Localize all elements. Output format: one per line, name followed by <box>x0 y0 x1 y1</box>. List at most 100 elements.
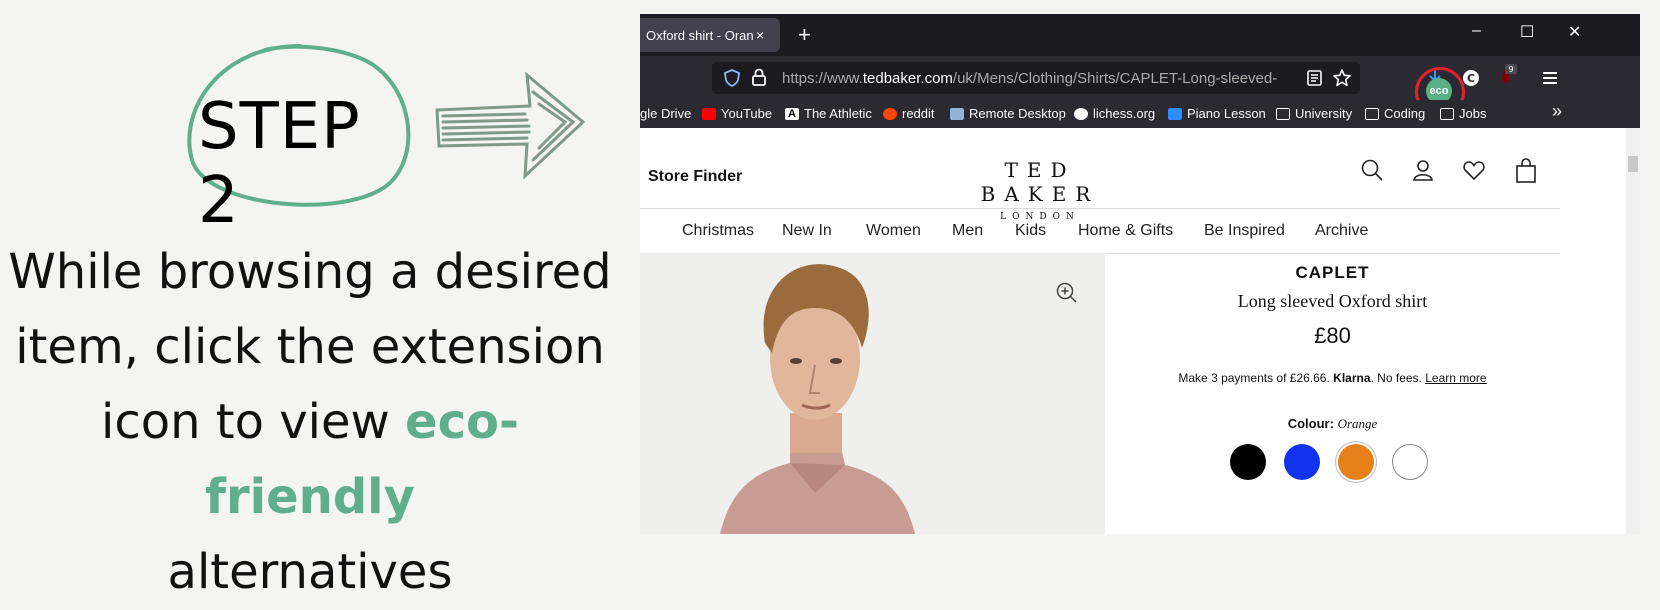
klarna-message: Make 3 payments of £26.66. Klarna. No fe… <box>1105 371 1560 385</box>
store-finder-link[interactable]: Store Finder <box>648 168 742 186</box>
zoom-icon <box>1168 107 1182 120</box>
tracking-shield-icon[interactable] <box>722 68 742 88</box>
bookmark-label: lichess.org <box>1093 106 1156 121</box>
tab-active[interactable]: Oxford shirt - Orange × <box>640 18 780 52</box>
url-path: /uk/Mens/Clothing/Shirts/CAPLET-Long-sle… <box>952 70 1278 87</box>
nav-women[interactable]: Women <box>866 222 921 240</box>
extension-badge-count: 9 <box>1508 65 1513 74</box>
folder-icon <box>1440 107 1454 120</box>
arrow-icon <box>435 71 585 180</box>
scrollbar-thumb[interactable] <box>1628 156 1638 172</box>
klarna-learn-more-link[interactable]: Learn more <box>1425 371 1486 385</box>
tab-title: Oxford shirt - Orange <box>646 27 754 43</box>
nav-christmas[interactable]: Christmas <box>682 222 754 240</box>
swatch-black[interactable] <box>1230 444 1266 480</box>
menu-icon[interactable] <box>1540 68 1560 88</box>
main-navigation: Christmas New In Women Men Kids Home & G… <box>640 208 1560 254</box>
klarna-text-fees: . No fees. <box>1370 371 1426 385</box>
nav-home-gifts[interactable]: Home & Gifts <box>1078 222 1173 240</box>
bookmark-label: YouTube <box>721 106 773 121</box>
klarna-text: Make 3 payments of £26.66. <box>1178 371 1334 385</box>
logo-line-1: TED BAKER <box>980 158 1100 206</box>
url-text: https://www.tedbaker.com/uk/Mens/Clothin… <box>782 70 1282 87</box>
nav-new-in[interactable]: New In <box>782 222 832 240</box>
bookmark-university[interactable]: University <box>1276 106 1352 121</box>
remote-desktop-icon <box>950 107 964 120</box>
product-price: £80 <box>1314 323 1351 348</box>
close-window-button[interactable]: ✕ <box>1568 22 1581 42</box>
instruction-line-2: item, click the extension <box>15 319 605 375</box>
instruction-text: While browsing a desired item, click the… <box>0 235 620 610</box>
bookmark-label: Coding <box>1384 106 1426 121</box>
folder-icon <box>1276 107 1290 120</box>
product-description: Long sleeved Oxford shirt <box>1237 291 1428 311</box>
minimize-button[interactable]: – <box>1472 22 1481 40</box>
instruction-line-3-text: icon to view <box>101 394 406 450</box>
step-title: STEP 2 <box>198 90 361 238</box>
maximize-button[interactable]: ☐ <box>1520 22 1534 42</box>
ublock-icon[interactable]: 9 <box>1494 64 1518 88</box>
swatch-blue[interactable] <box>1284 444 1320 480</box>
instruction-line-4: alternatives <box>167 544 453 600</box>
navigation-toolbar: https://www.tedbaker.com/uk/Mens/Clothin… <box>640 56 1640 100</box>
bookmark-star-icon[interactable] <box>1332 68 1352 88</box>
bookmark-remote-desktop[interactable]: Remote Desktop <box>950 106 1066 121</box>
browser-window: Oxford shirt - Orange × + – ☐ ✕ https://… <box>640 14 1640 534</box>
step-badge: STEP 2 <box>180 40 420 238</box>
zoom-in-icon[interactable] <box>1055 281 1079 305</box>
bookmark-label: Jobs <box>1459 106 1487 121</box>
bookmarks-toolbar: gle Drive YouTube A The Athletic reddit R… <box>640 100 1640 128</box>
nav-men[interactable]: Men <box>952 222 983 240</box>
web-page: Store Finder TED BAKER LONDON Christmas … <box>640 128 1640 534</box>
colour-value: Orange <box>1337 416 1378 431</box>
nav-be-inspired[interactable]: Be Inspired <box>1204 222 1285 240</box>
url-domain: tedbaker.com <box>862 70 953 87</box>
bookmark-coding[interactable]: Coding <box>1365 106 1425 121</box>
wishlist-heart-icon[interactable] <box>1462 158 1486 182</box>
new-tab-button[interactable]: + <box>798 22 811 48</box>
svg-text:C: C <box>1467 72 1475 85</box>
bookmark-reddit[interactable]: reddit <box>883 106 935 121</box>
athletic-icon: A <box>785 107 799 120</box>
instruction-line-1: While browsing a desired <box>8 244 612 300</box>
bookmark-youtube[interactable]: YouTube <box>702 106 772 121</box>
product-image[interactable] <box>640 253 1105 534</box>
url-bar[interactable]: https://www.tedbaker.com/uk/Mens/Clothin… <box>712 62 1360 94</box>
bookmark-piano-lesson[interactable]: Piano Lesson <box>1168 106 1266 121</box>
instruction-line-3: icon to view eco-friendly <box>0 385 620 535</box>
scrollbar[interactable] <box>1626 128 1640 534</box>
reader-view-icon[interactable] <box>1306 69 1324 87</box>
bookmark-label: University <box>1295 106 1353 121</box>
bookmark-label: Piano Lesson <box>1187 106 1266 121</box>
bookmark-label: The Athletic <box>804 106 872 121</box>
account-icon[interactable] <box>1411 158 1435 182</box>
colour-label: Colour: <box>1287 416 1334 431</box>
nav-kids[interactable]: Kids <box>1015 222 1046 240</box>
bookmark-lichess[interactable]: lichess.org <box>1074 106 1155 121</box>
tab-close-icon[interactable]: × <box>756 27 764 43</box>
nav-archive[interactable]: Archive <box>1315 222 1368 240</box>
url-prefix: https://www. <box>782 70 863 87</box>
lock-icon[interactable] <box>750 67 768 87</box>
shopping-bag-icon[interactable] <box>1514 158 1538 184</box>
product-details: CAPLET Long sleeved Oxford shirt £80 Mak… <box>1105 253 1560 534</box>
bookmark-label: reddit <box>902 106 935 121</box>
bookmark-jobs[interactable]: Jobs <box>1440 106 1486 121</box>
product-name: CAPLET <box>1295 263 1370 282</box>
lichess-icon <box>1074 107 1088 120</box>
youtube-icon <box>702 107 716 120</box>
bookmark-athletic[interactable]: A The Athletic <box>785 106 872 121</box>
folder-icon <box>1365 107 1379 120</box>
bookmark-label: gle Drive <box>640 106 692 121</box>
bookmarks-overflow-button[interactable]: » <box>1552 101 1562 122</box>
swatch-orange-selected[interactable] <box>1338 444 1374 480</box>
colour-row: Colour: Orange <box>1105 416 1560 432</box>
model-photo <box>640 253 1105 534</box>
search-icon[interactable] <box>1360 158 1384 182</box>
reddit-icon <box>883 107 897 120</box>
bookmark-label: Remote Desktop <box>969 106 1066 121</box>
swatch-white[interactable] <box>1392 444 1428 480</box>
bookmark-drive[interactable]: gle Drive <box>640 106 691 121</box>
klarna-brand: Klarna <box>1333 371 1371 385</box>
tab-bar: Oxford shirt - Orange × + – ☐ ✕ <box>640 14 1640 56</box>
